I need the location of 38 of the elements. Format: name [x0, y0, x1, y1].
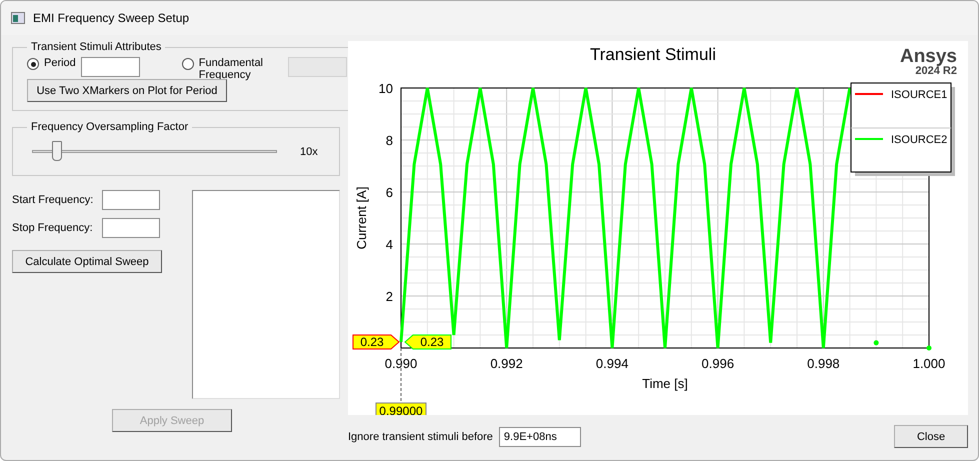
- x-tick-label: 0.992: [490, 356, 523, 371]
- field-label: Ignore transient stimuli before: [348, 430, 493, 444]
- group-title: Transient Stimuli Attributes: [30, 41, 162, 53]
- slider-thumb[interactable]: [52, 141, 62, 161]
- xmarkers-button[interactable]: Use Two XMarkers on Plot for Period: [27, 79, 227, 102]
- group-title: Frequency Oversampling Factor: [30, 121, 190, 133]
- x-tick-label: 1.000: [912, 356, 946, 371]
- input-field[interactable]: [80, 57, 140, 77]
- x-tick-label: 0.996: [702, 356, 734, 371]
- x-marker-tag: 0.99000: [376, 402, 426, 415]
- slider-value: 10x: [300, 145, 318, 159]
- input-field[interactable]: [102, 190, 160, 210]
- marker-value-tag: 0.23: [352, 334, 400, 350]
- chart-title: Transient Stimuli: [590, 45, 716, 64]
- window-title: EMI Frequency Sweep Setup: [33, 11, 190, 25]
- brand-logo: Ansys: [900, 46, 957, 67]
- x-tick-label: 0.998: [807, 356, 840, 371]
- calculate-button[interactable]: Calculate Optimal Sweep: [12, 250, 162, 273]
- marker-value-tag: 0.23: [404, 334, 452, 350]
- x-axis-title: Time [s]: [642, 376, 688, 391]
- close-button[interactable]: Close: [894, 425, 968, 448]
- radio-option[interactable]: Period: [27, 57, 76, 70]
- y-tick-label: 8: [386, 133, 393, 148]
- y-tick-label: 4: [386, 237, 393, 252]
- legend-label: ISOURCE1: [891, 89, 948, 101]
- legend-label: ISOURCE2: [891, 134, 948, 146]
- field-label: Stop Frequency:: [12, 221, 94, 235]
- x-tick-label: 0.994: [596, 356, 628, 371]
- app-icon: [11, 12, 25, 24]
- input-field[interactable]: 9.9E+08ns: [498, 426, 581, 446]
- field-label: Start Frequency:: [12, 193, 94, 207]
- input-field[interactable]: [102, 218, 160, 238]
- y-tick-label: 2: [386, 289, 393, 304]
- y-axis-title: Current [A]: [354, 186, 369, 250]
- y-tick-label: 6: [386, 185, 393, 200]
- version-label: 2024 R2: [915, 65, 957, 77]
- y-tick-label: 10: [378, 81, 393, 96]
- x-tick-label: 0.990: [384, 356, 418, 371]
